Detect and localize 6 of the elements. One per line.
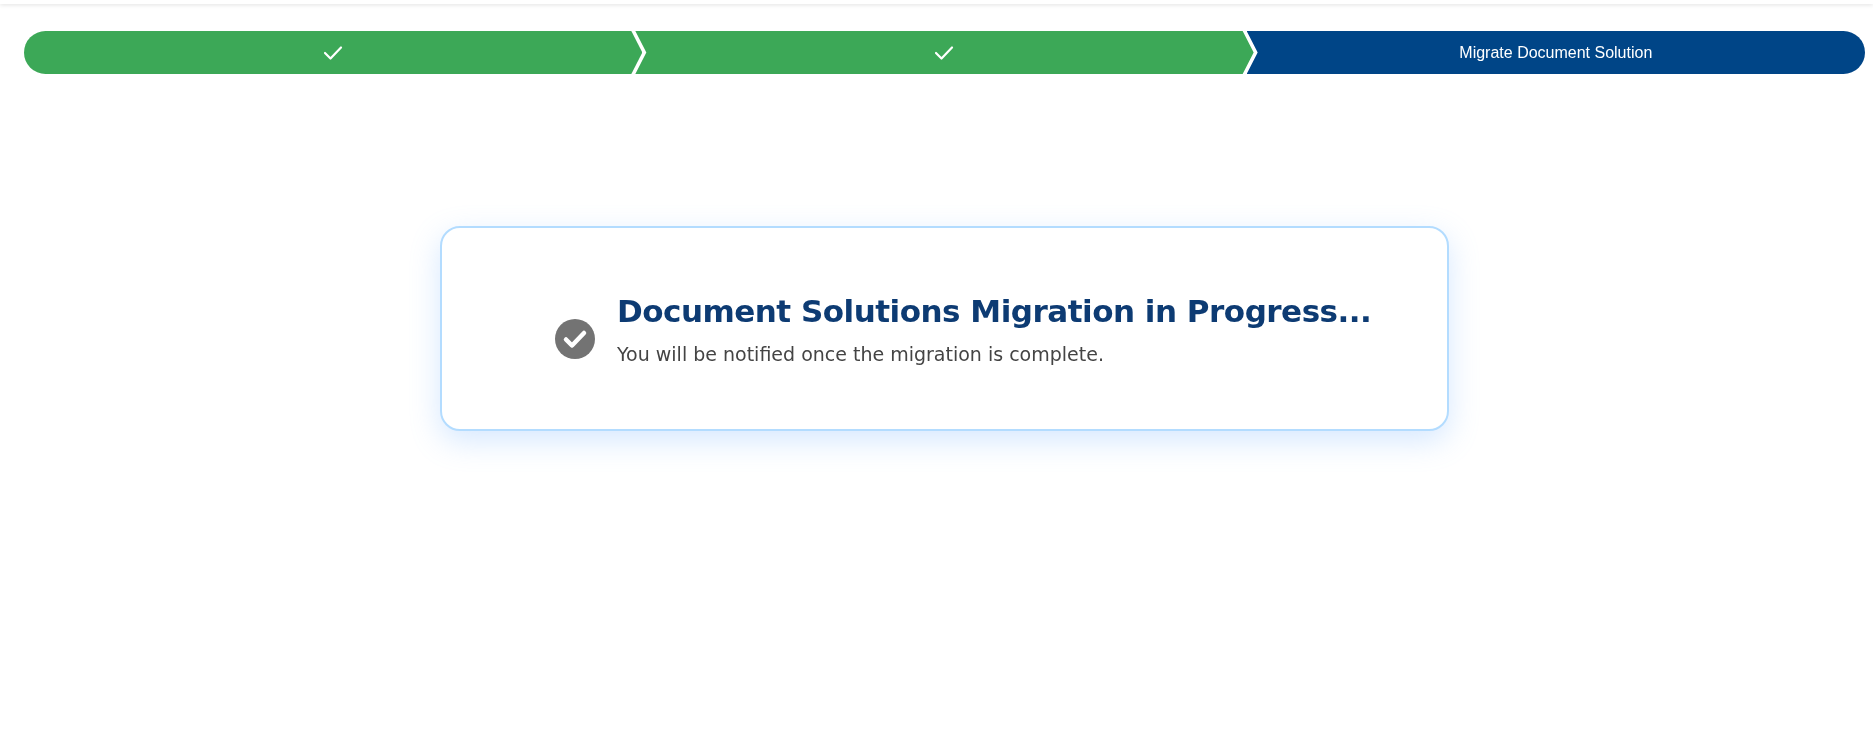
check-circle-icon [555, 318, 595, 359]
check-icon [323, 44, 344, 61]
status-message: You will be notified once the migration is complete. [617, 342, 1105, 365]
progress-step: Migrate Document Solution [1246, 31, 1865, 74]
check-icon [934, 44, 955, 61]
status-title: Document Solutions Migration in Progress... [617, 292, 1372, 329]
